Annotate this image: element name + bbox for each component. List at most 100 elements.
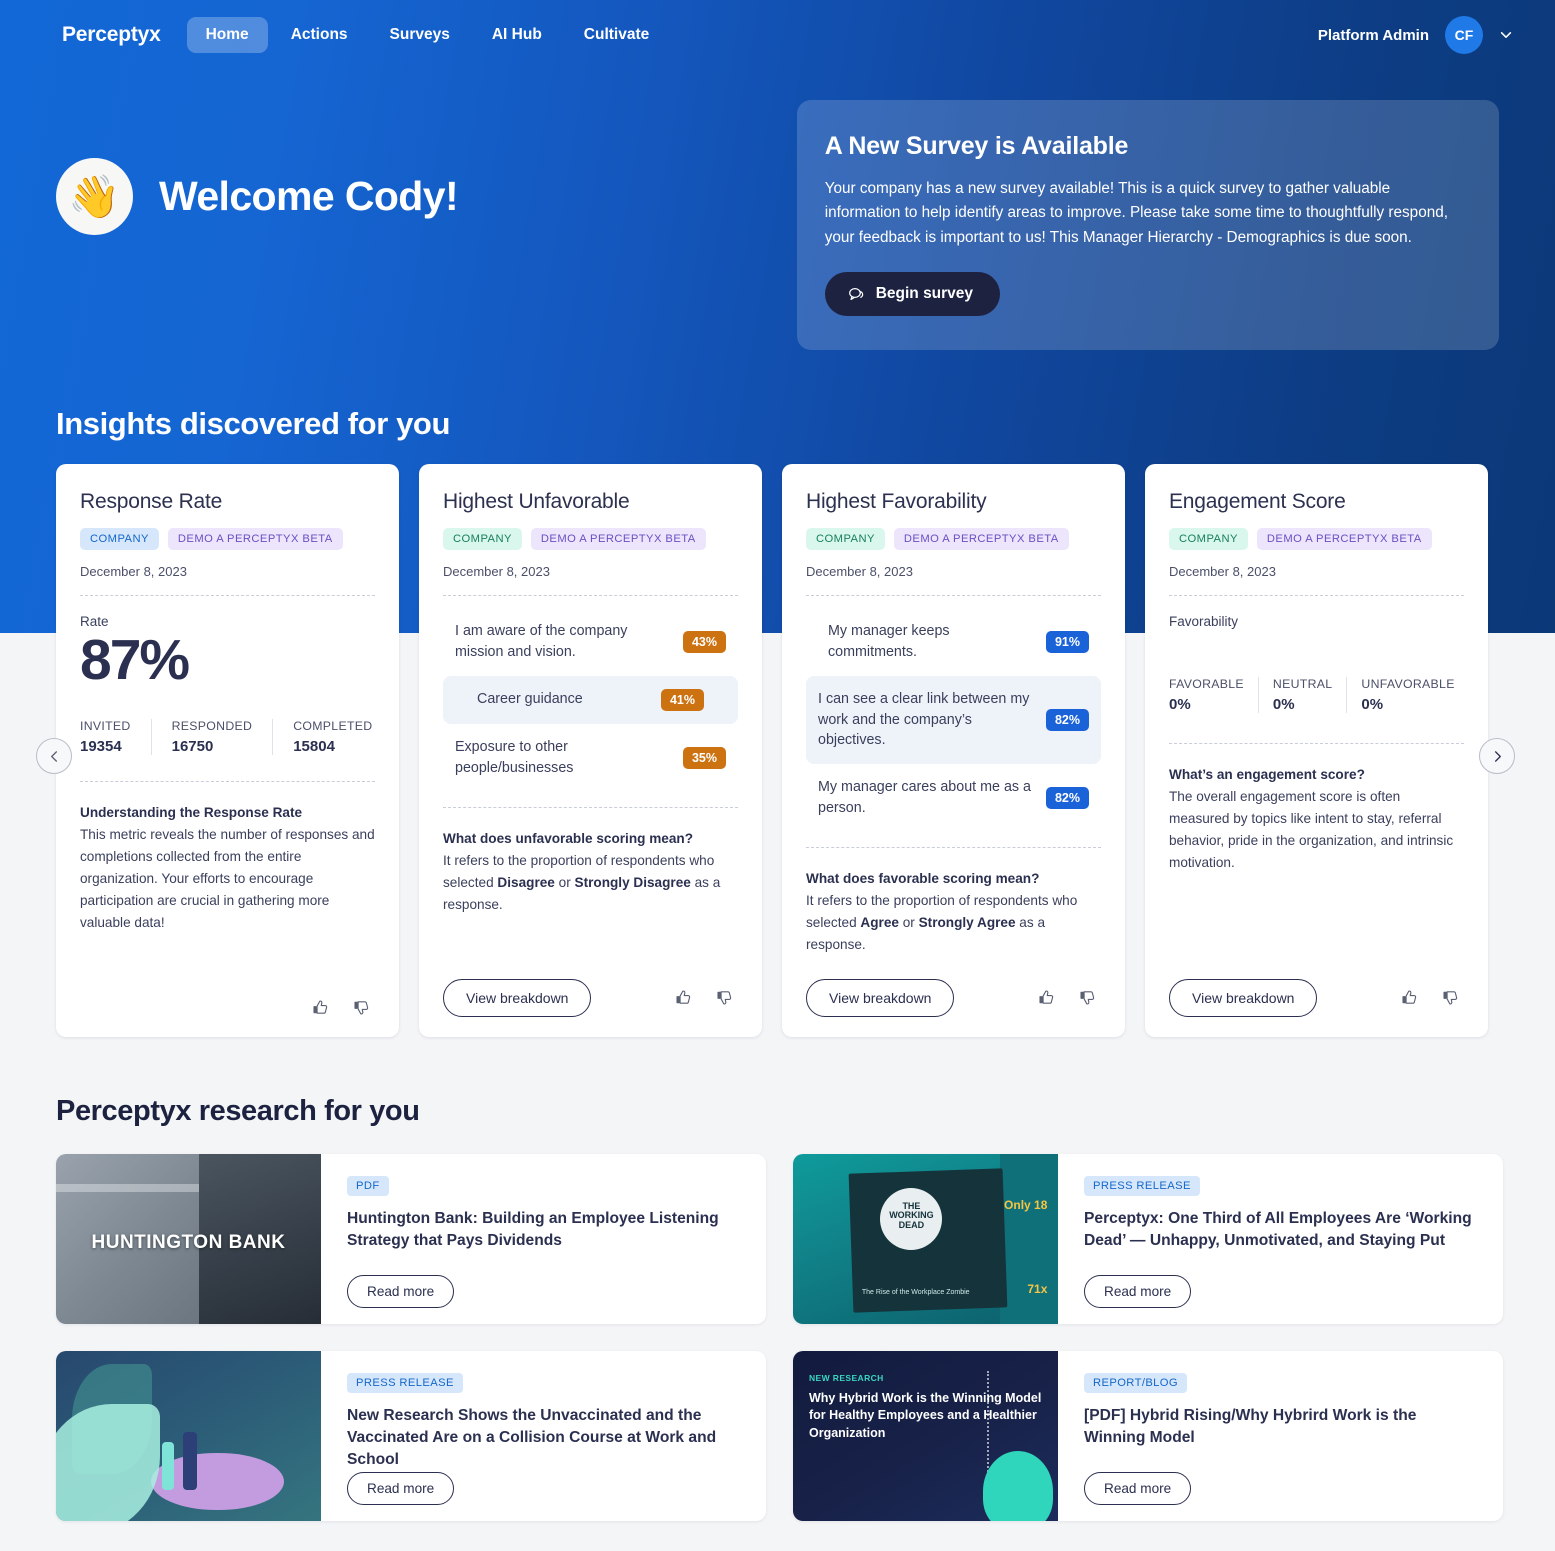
card-explanation: What does favorable scoring mean? It ref… <box>806 868 1101 956</box>
thumbnail-title: Why Hybrid Work is the Winning Model for… <box>809 1390 1042 1441</box>
score-pill: 82% <box>1045 786 1089 809</box>
research-title: New Research Shows the Unvaccinated and … <box>347 1406 717 1468</box>
question-row[interactable]: I can see a clear link between my work a… <box>806 675 1101 764</box>
stat-value: 0% <box>1169 696 1191 714</box>
view-breakdown-button[interactable]: View breakdown <box>806 978 955 1017</box>
research-card-body: PRESS RELEASE New Research Shows the Unv… <box>321 1351 766 1521</box>
insight-card-highest-unfavorable[interactable]: Highest Unfavorable COMPANY DEMO A PERCE… <box>419 464 762 1037</box>
thumbnail-caption: The Rise of the Workplace Zombie <box>861 1289 970 1297</box>
question-text: I am aware of the company mission and vi… <box>455 623 628 661</box>
thumbnail-text: THE WORKING DEAD <box>889 1200 934 1231</box>
research-card-huntington[interactable]: HUNTINGTON BANK PDF Huntington Bank: Bui… <box>56 1153 766 1324</box>
decorative-person-1 <box>162 1441 174 1490</box>
read-more-button[interactable]: Read more <box>347 1274 455 1308</box>
card-footer <box>80 976 375 1017</box>
card-tags: COMPANY DEMO A PERCEPTYX BETA <box>1169 528 1464 551</box>
nav-item-ai-hub[interactable]: AI Hub <box>473 17 561 53</box>
thumbs-up-icon[interactable] <box>1037 988 1056 1007</box>
stat-value: 15804 <box>293 738 335 756</box>
nav-item-actions[interactable]: Actions <box>272 17 367 53</box>
decorative-leaf-large <box>56 1404 161 1521</box>
divider <box>1169 595 1464 597</box>
page-content: Perceptyx Home Actions Surveys AI Hub Cu… <box>0 0 1555 1551</box>
platform-admin-label[interactable]: Platform Admin <box>1318 27 1429 44</box>
divider <box>806 847 1101 849</box>
research-tag: REPORT/BLOG <box>1084 1372 1188 1393</box>
thumbs-down-icon[interactable] <box>715 988 734 1007</box>
card-title: Highest Favorability <box>806 490 987 514</box>
nav-item-cultivate[interactable]: Cultivate <box>565 17 668 53</box>
tag-demo: DEMO A PERCEPTYX BETA <box>167 528 343 551</box>
rate-label: Rate <box>80 614 109 630</box>
feedback-buttons <box>1037 988 1101 1007</box>
brand-logo[interactable]: Perceptyx <box>62 23 161 47</box>
card-explanation: What’s an engagement score? The overall … <box>1169 764 1464 874</box>
research-card-hybrid[interactable]: NEW RESEARCH Why Hybrid Work is the Winn… <box>793 1350 1503 1521</box>
welcome-block: 👋 Welcome Cody! <box>56 100 797 235</box>
divider <box>80 595 375 597</box>
insights-heading: Insights discovered for you <box>56 406 451 442</box>
thumbnail-stat-2: 71x <box>1027 1282 1048 1297</box>
tag-demo: DEMO A PERCEPTYX BETA <box>1256 528 1432 551</box>
research-card-body: PRESS RELEASE Perceptyx: One Third of Al… <box>1058 1154 1503 1324</box>
research-card-body: REPORT/BLOG [PDF] Hybrid Rising/Why Hybr… <box>1058 1351 1503 1521</box>
stat-value: 19354 <box>80 738 122 756</box>
tag-company: COMPANY <box>443 528 522 551</box>
card-footer: View breakdown <box>1169 957 1464 1017</box>
explanation-body: This metric reveals the number of respon… <box>80 827 375 931</box>
thumbs-up-icon[interactable] <box>674 988 693 1007</box>
stat-invited: INVITED 19354 <box>80 719 151 755</box>
insight-card-response-rate[interactable]: Response Rate COMPANY DEMO A PERCEPTYX B… <box>56 464 399 1037</box>
question-row[interactable]: My manager cares about me as a person. 8… <box>806 764 1101 831</box>
page-title: Welcome Cody! <box>159 173 459 219</box>
research-card-vaccinated[interactable]: PRESS RELEASE New Research Shows the Unv… <box>56 1350 766 1521</box>
card-explanation: Understanding the Response Rate This met… <box>80 802 375 934</box>
favorability-stats: FAVORABLE 0% NEUTRAL 0% UNFAVORABLE 0% <box>1169 677 1464 714</box>
avatar[interactable]: CF <box>1445 16 1483 54</box>
question-row[interactable]: Exposure to other people/businesses 35% <box>443 724 738 791</box>
chevron-down-icon[interactable] <box>1499 28 1513 42</box>
stat-favorable: FAVORABLE 0% <box>1169 677 1258 713</box>
insight-card-engagement-score[interactable]: Engagement Score COMPANY DEMO A PERCEPTY… <box>1145 464 1488 1037</box>
feedback-buttons <box>1400 988 1464 1007</box>
question-text: My manager cares about me as a person. <box>818 779 1031 816</box>
research-tag: PRESS RELEASE <box>347 1372 463 1393</box>
nav-item-home[interactable]: Home <box>186 17 268 53</box>
thumbs-up-icon[interactable] <box>311 998 330 1017</box>
nav-right-group: Platform Admin CF <box>1318 16 1513 54</box>
app-root: Perceptyx Home Actions Surveys AI Hub Cu… <box>0 0 1555 1551</box>
question-row[interactable]: Career guidance 41% <box>443 675 738 724</box>
question-row[interactable]: My manager keeps commitments. 91% <box>806 608 1101 675</box>
view-breakdown-button[interactable]: View breakdown <box>1169 978 1318 1017</box>
decorative-band <box>56 1184 202 1193</box>
view-breakdown-button[interactable]: View breakdown <box>443 978 592 1017</box>
explanation-heading: What does unfavorable scoring mean? <box>443 831 694 847</box>
decorative-moon: THE WORKING DEAD <box>880 1187 943 1250</box>
carousel-next-button[interactable] <box>1479 738 1515 775</box>
read-more-button[interactable]: Read more <box>1084 1274 1192 1308</box>
rate-value: 87% <box>80 628 190 693</box>
question-row[interactable]: I am aware of the company mission and vi… <box>443 608 738 675</box>
decorative-panel <box>999 1153 1058 1324</box>
begin-survey-button[interactable]: Begin survey <box>824 272 1001 317</box>
research-grid: HUNTINGTON BANK PDF Huntington Bank: Bui… <box>0 1153 1555 1551</box>
card-title: Response Rate <box>80 490 223 514</box>
tag-company: COMPANY <box>1169 528 1248 551</box>
insight-card-highest-favorability[interactable]: Highest Favorability COMPANY DEMO A PERC… <box>782 464 1125 1037</box>
stat-label: INVITED <box>80 719 131 734</box>
thumbs-down-icon[interactable] <box>1078 988 1097 1007</box>
score-pill: 41% <box>660 688 704 711</box>
thumbs-down-icon[interactable] <box>1441 988 1460 1007</box>
research-tag: PRESS RELEASE <box>1084 1175 1200 1196</box>
nav-item-surveys[interactable]: Surveys <box>371 17 469 53</box>
thumbs-down-icon[interactable] <box>352 998 371 1017</box>
research-card-working-dead[interactable]: THE WORKING DEAD The Rise of the Workpla… <box>793 1153 1503 1324</box>
welcome-row: 👋 Welcome Cody! A New Survey is Availabl… <box>0 70 1555 351</box>
survey-panel-title: A New Survey is Available <box>824 132 1129 160</box>
read-more-button[interactable]: Read more <box>347 1471 455 1505</box>
card-title: Highest Unfavorable <box>443 490 630 514</box>
research-title: Huntington Bank: Building an Employee Li… <box>347 1209 719 1249</box>
thumbs-up-icon[interactable] <box>1400 988 1419 1007</box>
read-more-button[interactable]: Read more <box>1084 1471 1192 1505</box>
tag-company: COMPANY <box>80 528 159 551</box>
